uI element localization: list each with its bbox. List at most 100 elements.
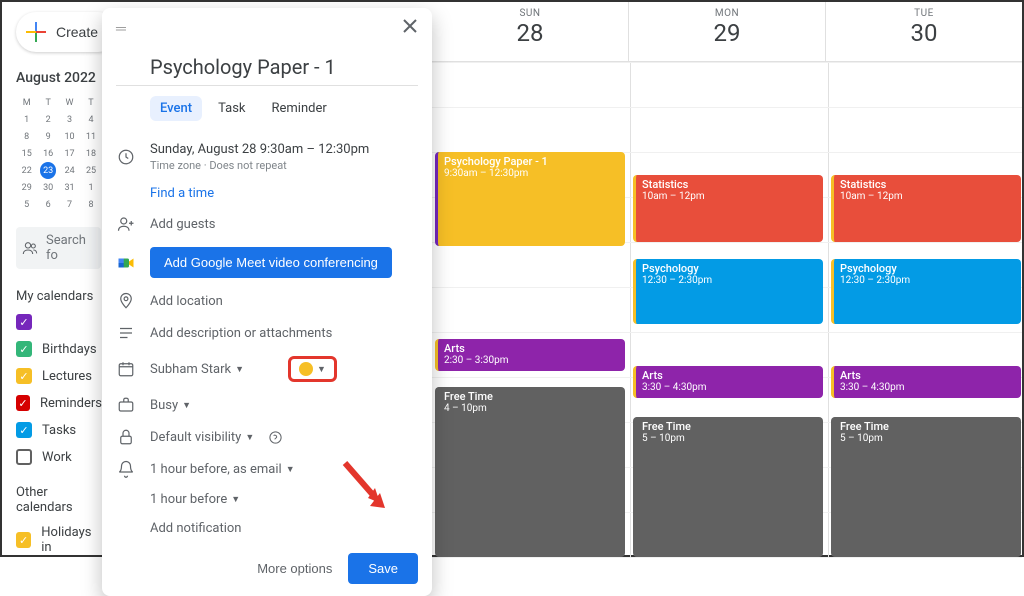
mini-cal-day[interactable]: 29 xyxy=(16,179,37,196)
mini-cal-day[interactable]: 17 xyxy=(59,145,80,162)
calendar-event[interactable]: Psychology12:30 – 2:30pm xyxy=(831,259,1021,324)
chevron-down-icon: ▼ xyxy=(245,432,254,443)
mini-cal-day[interactable]: 18 xyxy=(80,145,101,162)
guests-icon xyxy=(116,215,136,233)
sidebar: Create August 2022 MTWTFSS12345678910111… xyxy=(2,2,102,555)
mini-cal-day[interactable]: 16 xyxy=(37,145,58,162)
add-guests-row[interactable]: Add guests xyxy=(116,208,418,240)
calendar-event[interactable]: Psychology Paper - 19:30am – 12:30pm xyxy=(435,152,625,246)
checkbox-icon: ✓ xyxy=(16,395,30,411)
chevron-down-icon: ▼ xyxy=(235,364,244,375)
visibility-dropdown[interactable]: Default visibility ▼ xyxy=(150,430,254,445)
calendar-checkbox-item[interactable]: ✓ xyxy=(16,314,102,330)
calendar-checkbox-item[interactable]: ✓Birthdays xyxy=(16,341,102,357)
day-header[interactable]: TUE30 xyxy=(825,2,1022,61)
mini-cal-day[interactable]: 22 xyxy=(16,162,37,179)
calendar-grid: SUN28MON29TUE30 Psychology Paper - 19:30… xyxy=(432,2,1022,555)
calendar-checkbox-item[interactable]: ✓Tasks xyxy=(16,422,102,438)
availability-dropdown[interactable]: Busy ▼ xyxy=(150,398,191,413)
search-people-input[interactable]: Search fo xyxy=(16,227,101,269)
mini-cal-day[interactable]: 2 xyxy=(37,111,58,128)
mini-calendar-month: August 2022 xyxy=(16,70,102,86)
drag-handle-icon[interactable]: ═ xyxy=(116,20,126,37)
chevron-down-icon: ▼ xyxy=(231,494,240,505)
find-time-link[interactable]: Find a time xyxy=(150,186,214,201)
calendar-event[interactable]: Statistics10am – 12pm xyxy=(633,175,823,242)
calendar-event[interactable]: Arts3:30 – 4:30pm xyxy=(831,366,1021,398)
other-calendars-title: Other calendars xyxy=(16,485,102,515)
mini-cal-day[interactable]: 5 xyxy=(16,196,37,213)
grid-body[interactable]: Psychology Paper - 19:30am – 12:30pmStat… xyxy=(432,62,1022,557)
calendar-event[interactable]: Arts3:30 – 4:30pm xyxy=(633,366,823,398)
mini-cal-day[interactable]: 7 xyxy=(59,196,80,213)
datetime-row[interactable]: Sunday, August 28 9:30am – 12:30pm Time … xyxy=(116,135,418,179)
mini-cal-day[interactable]: 6 xyxy=(37,196,58,213)
add-notification-link[interactable]: Add notification xyxy=(150,521,241,536)
save-button[interactable]: Save xyxy=(348,553,418,584)
calendar-checkbox-item[interactable]: ✓Holidays in xyxy=(16,525,102,555)
create-label: Create xyxy=(56,24,98,40)
close-icon xyxy=(402,18,418,34)
calendar-icon xyxy=(116,360,136,378)
mini-cal-day[interactable]: 11 xyxy=(80,128,101,145)
event-type-tabs: Event Task Reminder xyxy=(116,96,418,121)
tab-event[interactable]: Event xyxy=(150,96,202,121)
mini-cal-day[interactable]: 24 xyxy=(59,162,80,179)
notification-1-dropdown[interactable]: 1 hour before, as email ▼ xyxy=(150,462,295,477)
add-meet-button[interactable]: Add Google Meet video conferencing xyxy=(150,247,392,278)
calendar-checkbox-item[interactable]: ✓Reminders xyxy=(16,395,102,411)
calendar-checkbox-item[interactable]: Work xyxy=(16,449,102,465)
mini-cal-day[interactable]: 15 xyxy=(16,145,37,162)
calendar-checkbox-item[interactable]: ✓Lectures xyxy=(16,368,102,384)
more-options-button[interactable]: More options xyxy=(257,561,332,576)
mini-cal-day[interactable]: 8 xyxy=(16,128,37,145)
day-header[interactable]: MON29 xyxy=(628,2,825,61)
bell-icon xyxy=(116,460,136,478)
add-location-row[interactable]: Add location xyxy=(116,285,418,317)
meet-icon xyxy=(116,254,136,272)
calendar-event[interactable]: Psychology12:30 – 2:30pm xyxy=(633,259,823,324)
location-icon xyxy=(116,292,136,310)
calendar-owner-dropdown[interactable]: Subham Stark ▼ xyxy=(150,362,244,377)
other-calendars-list: ✓Holidays in xyxy=(16,525,102,555)
close-button[interactable] xyxy=(402,18,418,39)
event-color-picker[interactable]: ▼ xyxy=(288,356,337,382)
day-header[interactable]: SUN28 xyxy=(432,2,628,61)
color-swatch xyxy=(299,362,313,376)
mini-cal-day[interactable]: 1 xyxy=(80,179,101,196)
mini-cal-day[interactable]: 23 xyxy=(40,162,57,179)
checkbox-icon xyxy=(16,449,32,465)
notification-2-dropdown[interactable]: 1 hour before ▼ xyxy=(150,492,240,507)
mini-cal-day[interactable]: 3 xyxy=(59,111,80,128)
calendar-event[interactable]: Arts2:30 – 3:30pm xyxy=(435,339,625,371)
chevron-down-icon: ▼ xyxy=(182,400,191,411)
mini-cal-day[interactable]: 30 xyxy=(37,179,58,196)
lock-icon xyxy=(116,428,136,446)
calendar-event[interactable]: Free Time5 – 10pm xyxy=(633,417,823,557)
mini-cal-day[interactable]: 1 xyxy=(16,111,37,128)
mini-cal-day[interactable]: 31 xyxy=(59,179,80,196)
description-icon xyxy=(116,324,136,342)
calendar-event[interactable]: Statistics10am – 12pm xyxy=(831,175,1021,242)
mini-cal-day[interactable]: 25 xyxy=(80,162,101,179)
tab-task[interactable]: Task xyxy=(208,96,255,121)
clock-icon xyxy=(116,148,136,166)
checkbox-icon: ✓ xyxy=(16,368,32,384)
mini-cal-day[interactable]: 8 xyxy=(80,196,101,213)
event-title-input[interactable]: Psychology Paper - 1 xyxy=(116,49,418,86)
chevron-down-icon: ▼ xyxy=(317,364,326,375)
help-icon[interactable] xyxy=(268,430,283,445)
mini-cal-day[interactable]: 9 xyxy=(37,128,58,145)
calendar-event[interactable]: Free Time4 – 10pm xyxy=(435,387,625,557)
people-icon xyxy=(22,239,38,257)
mini-cal-day[interactable]: 10 xyxy=(59,128,80,145)
my-calendars-list: ✓✓Birthdays✓Lectures✓Reminders✓TasksWork xyxy=(16,314,102,465)
checkbox-icon: ✓ xyxy=(16,341,32,357)
day-headers: SUN28MON29TUE30 xyxy=(432,2,1022,62)
calendar-event[interactable]: Free Time5 – 10pm xyxy=(831,417,1021,557)
tab-reminder[interactable]: Reminder xyxy=(262,96,337,121)
mini-cal-day[interactable]: 4 xyxy=(80,111,101,128)
add-description-row[interactable]: Add description or attachments xyxy=(116,317,418,349)
chevron-down-icon: ▼ xyxy=(286,464,295,475)
event-editor-modal: ═ Psychology Paper - 1 Event Task Remind… xyxy=(102,8,432,596)
